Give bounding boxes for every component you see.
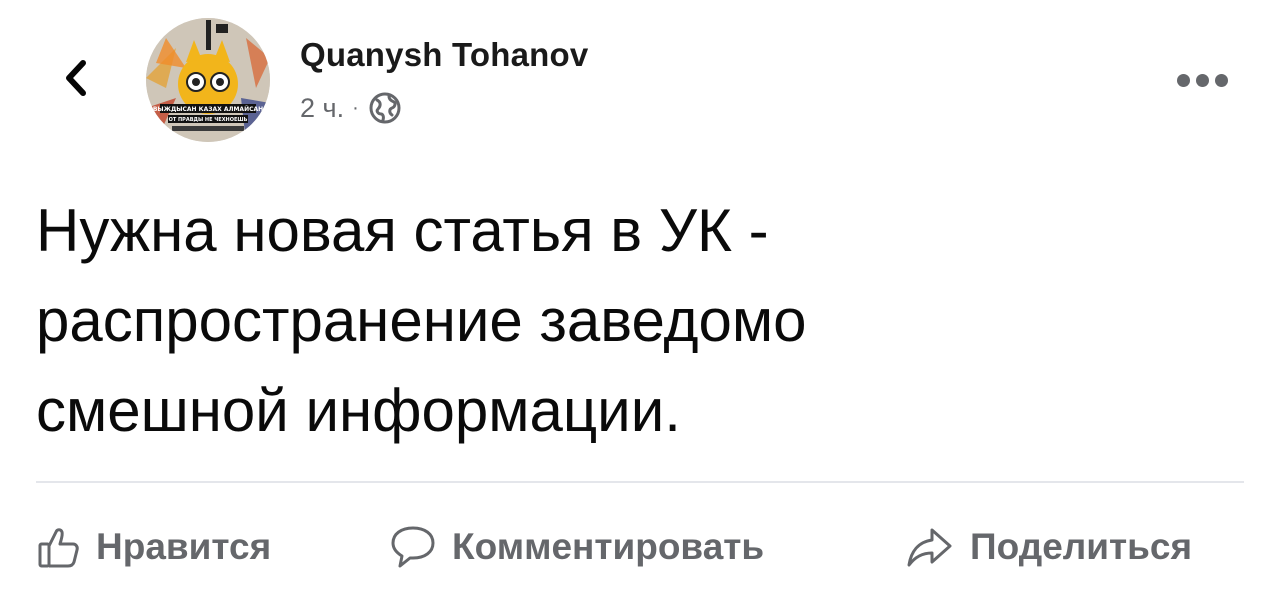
comment-label: Комментировать [452,526,765,567]
post-text-line: Нужна новая статья в УК - [36,197,769,264]
share-arrow-icon [907,528,952,567]
avatar-image: ВЫЖДЫСАН КАЗАХ АЛМАЙСАН ОТ ПРАВДЫ НЕ ЧЕХ… [146,18,270,142]
author-name[interactable]: Quanysh Tohanov [300,36,588,74]
thumbs-up-icon [38,528,79,568]
more-horizontal-icon-dot [1214,73,1228,87]
like-label: Нравится [96,526,272,567]
back-button[interactable] [56,58,96,98]
chevron-left-icon [66,60,86,96]
comment-button[interactable]: Комментировать [388,512,764,582]
post-text: Нужна новая статья в УК - распространени… [36,186,1236,456]
meta-separator: · [352,96,359,119]
more-horizontal-icon-dot [1176,73,1190,87]
comment-bubble-icon [391,526,435,568]
avatar-caption-1: ВЫЖДЫСАН КАЗАХ АЛМАЙСАН [153,105,263,113]
post-text-line: распространение заведомо [36,287,807,354]
divider [36,481,1244,483]
share-label: Поделиться [970,526,1193,567]
avatar-caption-2: ОТ ПРАВДЫ НЕ ЧЕХНОЕШЬ [169,117,248,123]
post-meta: 2 ч. · [300,90,403,126]
more-options-button[interactable] [1170,64,1234,96]
post-action-bar: Нравится Комментировать Поделиться [0,512,1280,582]
share-button[interactable]: Поделиться [904,512,1192,582]
avatar[interactable]: ВЫЖДЫСАН КАЗАХ АЛМАЙСАН ОТ ПРАВДЫ НЕ ЧЕХ… [146,18,270,142]
like-button[interactable]: Нравится [36,512,271,582]
post-text-line: смешной информации. [36,377,681,444]
more-horizontal-icon-dot [1195,73,1209,87]
timestamp[interactable]: 2 ч. [300,93,344,124]
globe-icon[interactable] [367,90,403,126]
